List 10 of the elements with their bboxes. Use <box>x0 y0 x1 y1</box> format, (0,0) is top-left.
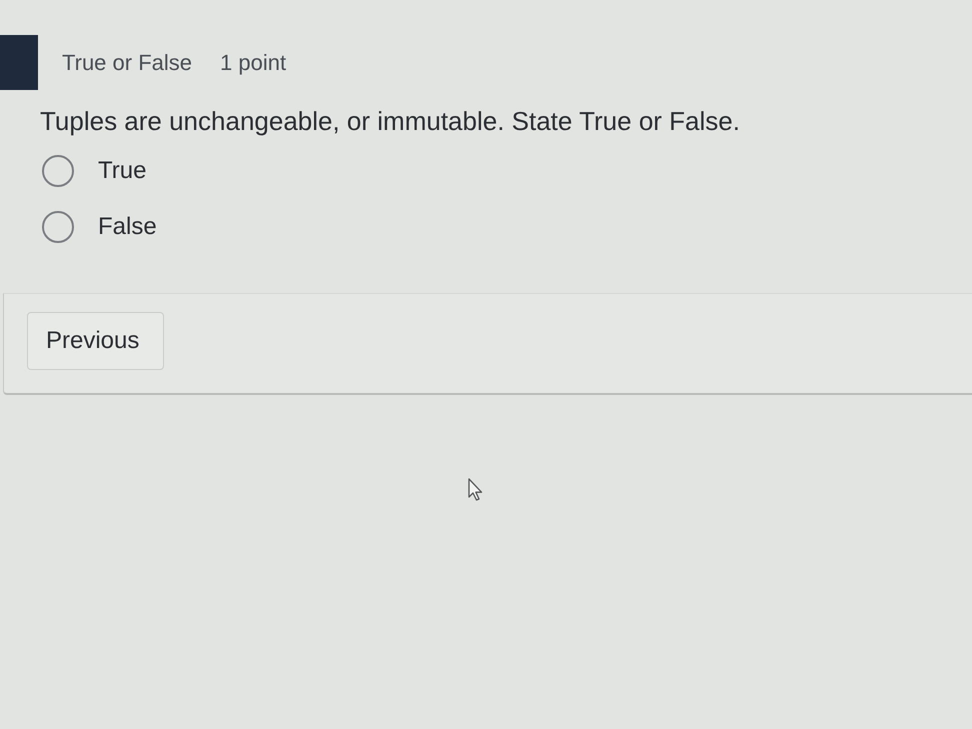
question-text: Tuples are unchangeable, or immutable. State True or False. <box>40 106 740 136</box>
radio-button[interactable] <box>42 155 74 187</box>
option-label[interactable]: True <box>98 156 146 186</box>
mouse-pointer-icon <box>468 478 485 501</box>
option-label[interactable]: False <box>98 212 157 242</box>
points-label: 1 point <box>220 52 286 74</box>
question-type-label: True or False <box>62 52 192 74</box>
previous-button[interactable]: Previous <box>27 312 164 370</box>
question-number-marker <box>0 35 38 90</box>
radio-button[interactable] <box>42 211 74 243</box>
